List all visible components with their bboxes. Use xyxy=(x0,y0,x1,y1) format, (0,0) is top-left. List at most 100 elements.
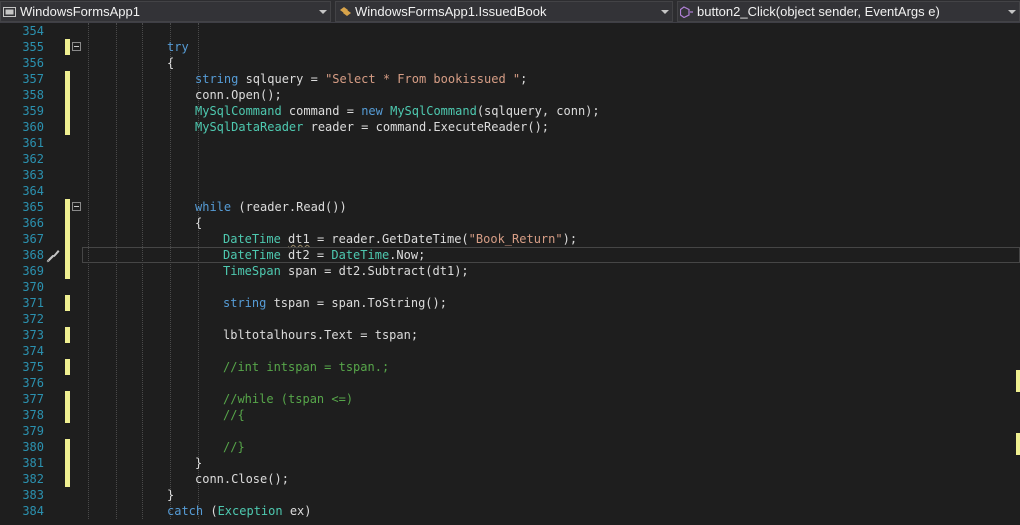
code-token: MySqlCommand xyxy=(195,104,282,118)
code-token: conn.Open(); xyxy=(195,88,282,102)
code-text[interactable]: catch (Exception ex) xyxy=(167,503,312,519)
code-editor[interactable]: 354 355 try 356 {357 string sqlquery = "Selec… xyxy=(0,23,1020,525)
code-token: ( xyxy=(203,504,218,518)
code-text[interactable]: try xyxy=(167,39,189,55)
chevron-down-icon[interactable] xyxy=(316,9,330,15)
code-text[interactable]: DateTime dt2 = DateTime.Now; xyxy=(223,247,425,263)
code-token: while xyxy=(195,200,232,214)
code-line[interactable]: 361 xyxy=(0,135,1020,151)
line-number: 363 xyxy=(22,168,44,182)
code-line[interactable]: 378 //{ xyxy=(0,407,1020,423)
code-line[interactable]: 368 DateTime dt2 = DateTime.Now; xyxy=(0,247,1020,263)
member-dropdown[interactable]: button2_Click(object sender, EventArgs e… xyxy=(677,1,1020,22)
code-line[interactable]: 382 conn.Close(); xyxy=(0,471,1020,487)
code-token: (sqlquery, conn); xyxy=(476,104,600,118)
code-line[interactable]: 375 //int intspan = tspan.; xyxy=(0,359,1020,375)
code-text[interactable]: MySqlCommand command = new MySqlCommand(… xyxy=(195,103,600,119)
member-dropdown-label: button2_Click(object sender, EventArgs e… xyxy=(697,4,940,19)
code-line[interactable]: 370 xyxy=(0,279,1020,295)
change-marker xyxy=(65,439,70,455)
code-line[interactable]: 374 xyxy=(0,343,1020,359)
code-text[interactable]: conn.Open(); xyxy=(195,87,282,103)
code-text[interactable]: while (reader.Read()) xyxy=(195,199,347,215)
change-marker xyxy=(65,39,70,55)
class-dropdown[interactable]: WindowsFormsApp1.IssuedBook xyxy=(335,1,673,22)
code-text[interactable]: lbltotalhours.Text = tspan; xyxy=(223,327,418,343)
line-number: 365 xyxy=(22,200,44,214)
line-number: 373 xyxy=(22,328,44,342)
line-number: 356 xyxy=(22,56,44,70)
change-marker xyxy=(65,87,70,103)
code-text[interactable]: } xyxy=(167,487,174,503)
code-token: conn.Close(); xyxy=(195,472,289,486)
code-text[interactable]: //} xyxy=(223,439,245,455)
code-line[interactable]: 369 TimeSpan span = dt2.Subtract(dt1); xyxy=(0,263,1020,279)
line-number: 364 xyxy=(22,184,44,198)
code-line[interactable]: 363 xyxy=(0,167,1020,183)
code-text[interactable]: //{ xyxy=(223,407,245,423)
code-token: dt2 = xyxy=(280,248,332,262)
collapse-toggle-icon[interactable] xyxy=(72,42,81,51)
code-line[interactable]: 367 DateTime dt1 = reader.GetDateTime("Bo… xyxy=(0,231,1020,247)
quick-actions-brush-icon[interactable] xyxy=(45,247,61,263)
collapse-toggle-icon[interactable] xyxy=(72,202,81,211)
code-token: sqlquery = xyxy=(238,72,326,86)
code-text[interactable]: DateTime dt1 = reader.GetDateTime("Book_… xyxy=(223,231,577,247)
code-line[interactable]: 383} xyxy=(0,487,1020,503)
line-number: 381 xyxy=(22,456,44,470)
code-token: reader = command.ExecuteReader(); xyxy=(303,120,550,134)
line-number: 362 xyxy=(22,152,44,166)
code-line[interactable]: 376 xyxy=(0,375,1020,391)
code-text[interactable]: //while (tspan <=) xyxy=(223,391,353,407)
change-marker xyxy=(65,231,70,247)
class-dropdown-label: WindowsFormsApp1.IssuedBook xyxy=(355,4,547,19)
code-text[interactable]: { xyxy=(167,55,174,71)
code-text[interactable]: conn.Close(); xyxy=(195,471,289,487)
code-line[interactable]: 359 MySqlCommand command = new MySqlComma… xyxy=(0,103,1020,119)
chevron-down-icon[interactable] xyxy=(1005,9,1019,15)
code-token: string xyxy=(223,296,267,310)
line-number: 378 xyxy=(22,408,44,422)
code-line[interactable]: 380 //} xyxy=(0,439,1020,455)
code-token: //while (tspan <=) xyxy=(223,392,354,406)
change-marker xyxy=(65,471,70,487)
code-line[interactable]: 371 string tspan = span.ToString(); xyxy=(0,295,1020,311)
change-marker xyxy=(65,199,70,215)
code-line[interactable]: 357 string sqlquery = "Select * From book… xyxy=(0,71,1020,87)
code-text[interactable]: string sqlquery = "Select * From bookiss… xyxy=(195,71,527,87)
line-number: 357 xyxy=(22,72,44,86)
code-line[interactable]: 373 lbltotalhours.Text = tspan; xyxy=(0,327,1020,343)
code-line[interactable]: 356 { xyxy=(0,55,1020,71)
code-text[interactable]: //int intspan = tspan.; xyxy=(223,359,389,375)
class-icon xyxy=(340,6,351,16)
code-line[interactable]: 377 //while (tspan <=) xyxy=(0,391,1020,407)
line-number: 372 xyxy=(22,312,44,326)
chevron-down-icon[interactable] xyxy=(658,9,672,15)
code-token: DateTime xyxy=(331,248,390,262)
project-dropdown[interactable]: WindowsFormsApp1 xyxy=(0,1,331,22)
code-line[interactable]: 372 xyxy=(0,311,1020,327)
code-text[interactable]: } xyxy=(195,455,202,471)
line-number: 375 xyxy=(22,360,44,374)
code-text[interactable]: { xyxy=(195,215,202,231)
code-token: DateTime xyxy=(223,232,281,246)
code-line[interactable]: 384 catch (Exception ex) xyxy=(0,503,1020,519)
change-marker xyxy=(65,103,70,119)
code-line[interactable]: 355 try xyxy=(0,39,1020,55)
code-line[interactable]: 366 { xyxy=(0,215,1020,231)
code-line[interactable]: 364 xyxy=(0,183,1020,199)
code-line[interactable]: 379 xyxy=(0,423,1020,439)
change-marker xyxy=(65,407,70,423)
code-text[interactable]: TimeSpan span = dt2.Subtract(dt1); xyxy=(223,263,469,279)
code-text[interactable]: string tspan = span.ToString(); xyxy=(223,295,447,311)
code-token: = reader.GetDateTime( xyxy=(309,232,469,246)
code-line[interactable]: 381} xyxy=(0,455,1020,471)
code-line[interactable]: 354 xyxy=(0,23,1020,39)
code-line[interactable]: 365 while (reader.Read()) xyxy=(0,199,1020,215)
code-line[interactable]: 362 xyxy=(0,151,1020,167)
code-token: { xyxy=(167,56,175,70)
code-line[interactable]: 360 MySqlDataReader reader = command.Exec… xyxy=(0,119,1020,135)
code-text[interactable]: MySqlDataReader reader = command.Execute… xyxy=(195,119,549,135)
code-line[interactable]: 358 conn.Open(); xyxy=(0,87,1020,103)
